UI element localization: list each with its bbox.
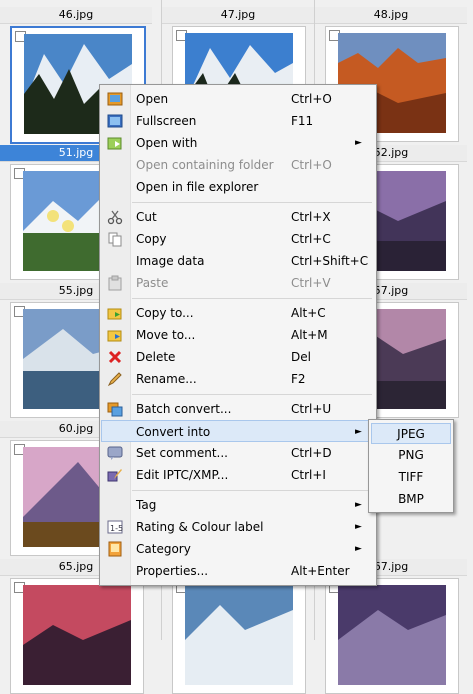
- menu-item-label: Open with: [136, 136, 198, 150]
- thumbnail-image: [23, 585, 131, 685]
- menu-item-label: Rating & Colour label: [136, 520, 264, 534]
- menu-item-label: Open containing folder: [136, 158, 274, 172]
- menu-item-move-to[interactable]: Move to... Alt+M: [102, 324, 374, 346]
- menu-separator: [132, 490, 372, 491]
- menu-item-open-with[interactable]: Open with ►: [102, 132, 374, 154]
- menu-item-label: Set comment...: [136, 446, 228, 460]
- menu-item-label: Rename...: [136, 372, 197, 386]
- menu-item-label: Category: [136, 542, 191, 556]
- menu-item-label: Edit IPTC/XMP...: [136, 468, 229, 482]
- rename-icon: [107, 371, 123, 387]
- menu-separator: [132, 298, 372, 299]
- submenu-item-bmp[interactable]: BMP: [371, 489, 451, 510]
- menu-item-shortcut: Ctrl+C: [291, 232, 331, 246]
- menu-item-copy-to[interactable]: Copy to... Alt+C: [102, 302, 374, 324]
- thumbnail-frame[interactable]: [325, 578, 459, 694]
- menu-item-tag[interactable]: Tag ►: [102, 494, 374, 516]
- menu-item-label: Image data: [136, 254, 205, 268]
- submenu-item-jpeg[interactable]: JPEG: [371, 423, 451, 444]
- submenu-arrow-icon: ►: [355, 138, 362, 148]
- copy-icon: [107, 231, 123, 247]
- menu-item-open[interactable]: Open Ctrl+O: [102, 88, 374, 110]
- menu-item-label: Open in file explorer: [136, 180, 259, 194]
- menu-item-shortcut: Alt+C: [291, 306, 326, 320]
- menu-item-label: Tag: [136, 498, 157, 512]
- menu-item-label: Copy: [136, 232, 167, 246]
- menu-item-label: Open: [136, 92, 169, 106]
- batch-convert-icon: [107, 401, 123, 417]
- menu-item-batch-convert[interactable]: Batch convert... Ctrl+U: [102, 398, 374, 420]
- menu-item-label: Delete: [136, 350, 176, 364]
- thumbnail-frame[interactable]: [10, 578, 144, 694]
- submenu-arrow-icon: ►: [355, 427, 362, 437]
- menu-item-shortcut: Ctrl+V: [291, 276, 331, 290]
- menu-item-category[interactable]: Category ►: [102, 538, 374, 560]
- menu-item-copy[interactable]: Copy Ctrl+C: [102, 228, 374, 250]
- menu-item-shortcut: Alt+M: [291, 328, 328, 342]
- svg-text:1-5: 1-5: [110, 524, 123, 533]
- submenu-arrow-icon: ►: [355, 544, 362, 554]
- menu-item-label: Fullscreen: [136, 114, 197, 128]
- menu-item-shortcut: Ctrl+Shift+C: [291, 254, 369, 268]
- menu-item-label: Properties...: [136, 564, 209, 578]
- menu-item-fullscreen[interactable]: Fullscreen F11: [102, 110, 374, 132]
- menu-item-edit-iptc[interactable]: Edit IPTC/XMP... Ctrl+I: [102, 464, 374, 486]
- menu-item-image-data[interactable]: Image data Ctrl+Shift+C: [102, 250, 374, 272]
- thumbnail-image: [338, 585, 446, 685]
- thumbnail-label: 48.jpg: [315, 7, 467, 24]
- move-to-icon: [107, 327, 123, 343]
- delete-icon: [107, 349, 123, 365]
- category-icon: [107, 541, 123, 557]
- menu-separator: [132, 202, 372, 203]
- menu-item-shortcut: Ctrl+O: [291, 92, 332, 106]
- menu-item-rename[interactable]: Rename... F2: [102, 368, 374, 390]
- convert-into-submenu: JPEG PNG TIFF BMP: [368, 419, 454, 513]
- menu-item-shortcut: Ctrl+U: [291, 402, 332, 416]
- menu-item-label: Copy to...: [136, 306, 194, 320]
- edit-iptc-icon: [107, 467, 123, 483]
- copy-to-icon: [107, 305, 123, 321]
- thumbnail-label: 46.jpg: [0, 7, 152, 24]
- menu-item-set-comment[interactable]: Set comment... Ctrl+D: [102, 442, 374, 464]
- menu-item-label: Move to...: [136, 328, 196, 342]
- menu-item-delete[interactable]: Delete Del: [102, 346, 374, 368]
- menu-item-properties[interactable]: Properties... Alt+Enter: [102, 560, 374, 582]
- rating-icon: 1-5: [107, 519, 123, 535]
- thumbnail-frame[interactable]: [172, 578, 306, 694]
- menu-item-cut[interactable]: Cut Ctrl+X: [102, 206, 374, 228]
- submenu-arrow-icon: ►: [355, 522, 362, 532]
- menu-item-open-in-file-explorer[interactable]: Open in file explorer: [102, 176, 374, 198]
- menu-item-label: Cut: [136, 210, 157, 224]
- menu-item-shortcut: Ctrl+X: [291, 210, 331, 224]
- submenu-arrow-icon: ►: [355, 500, 362, 510]
- open-image-icon: [107, 91, 123, 107]
- menu-item-label: Paste: [136, 276, 169, 290]
- comment-icon: [107, 445, 123, 461]
- menu-item-rating[interactable]: 1-5 Rating & Colour label ►: [102, 516, 374, 538]
- menu-item-shortcut: Alt+Enter: [291, 564, 350, 578]
- open-with-icon: [107, 135, 123, 151]
- submenu-item-png[interactable]: PNG: [371, 445, 451, 466]
- menu-item-paste: Paste Ctrl+V: [102, 272, 374, 294]
- paste-icon: [107, 275, 123, 291]
- menu-item-convert-into[interactable]: Convert into ►: [101, 420, 373, 442]
- menu-item-shortcut: F2: [291, 372, 306, 386]
- context-menu: Open Ctrl+O Fullscreen F11 Open with ► O…: [99, 84, 377, 586]
- submenu-item-tiff[interactable]: TIFF: [371, 467, 451, 488]
- thumbnail-label: 47.jpg: [162, 7, 314, 24]
- thumbnail-image: [185, 585, 293, 685]
- menu-item-open-containing-folder: Open containing folder Ctrl+O: [102, 154, 374, 176]
- menu-item-shortcut: Ctrl+I: [291, 468, 326, 482]
- menu-separator: [132, 394, 372, 395]
- menu-item-shortcut: Ctrl+O: [291, 158, 332, 172]
- menu-item-shortcut: Del: [291, 350, 311, 364]
- menu-item-shortcut: F11: [291, 114, 314, 128]
- menu-item-label: Batch convert...: [136, 402, 232, 416]
- menu-item-shortcut: Ctrl+D: [291, 446, 332, 460]
- scissors-icon: [107, 209, 123, 225]
- menu-item-label: Convert into: [136, 425, 211, 439]
- fullscreen-icon: [107, 113, 123, 129]
